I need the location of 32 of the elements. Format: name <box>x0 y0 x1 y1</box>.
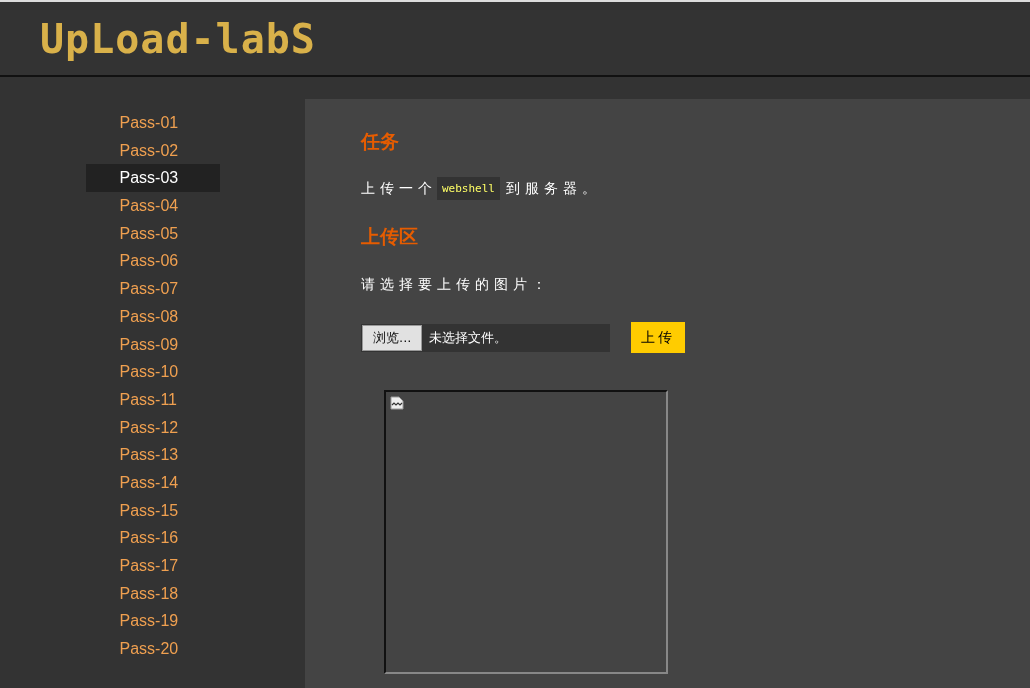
sidebar-link[interactable]: Pass-16 <box>85 524 220 552</box>
sidebar-link[interactable]: Pass-12 <box>85 413 220 442</box>
code-snippet: webshell <box>437 177 500 200</box>
sidebar-link[interactable]: Pass-13 <box>85 441 220 469</box>
file-status: 未选择文件。 <box>428 328 508 347</box>
sidebar-link[interactable]: Pass-02 <box>85 136 220 165</box>
sidebar-link[interactable]: Pass-14 <box>85 468 220 497</box>
sidebar-link[interactable]: Pass-18 <box>85 579 220 608</box>
task-text: 到服务器。 <box>506 179 601 198</box>
sidebar-link[interactable]: Pass-06 <box>85 247 220 276</box>
section-heading: 任务 <box>361 129 400 154</box>
sidebar-link[interactable]: Pass-08 <box>85 302 220 331</box>
sidebar-link[interactable]: Pass-10 <box>85 358 220 386</box>
sidebar-link[interactable]: Pass-01 <box>85 109 220 137</box>
sidebar-link[interactable]: Pass-19 <box>85 607 220 636</box>
upload-prompt: 请选择要上传的图片： <box>361 276 551 294</box>
file-input[interactable]: 浏览... 未选择文件。 <box>361 323 610 352</box>
sidebar-link[interactable]: Pass-17 <box>85 552 220 580</box>
task-text: 上传一个 <box>361 179 437 198</box>
site-logo: UpLoad-labS <box>40 15 316 62</box>
section-heading: 上传区 <box>361 224 419 249</box>
sidebar-link[interactable]: Pass-20 <box>85 635 220 663</box>
sidebar-link[interactable]: Pass-15 <box>85 496 220 525</box>
broken-image-icon <box>390 396 404 410</box>
sidebar-link[interactable]: Pass-07 <box>85 275 220 303</box>
sidebar-link[interactable]: Pass-05 <box>85 219 220 248</box>
upload-button[interactable]: 上传 <box>631 322 685 353</box>
sidebar-link[interactable]: Pass-03 <box>85 164 220 193</box>
sidebar-link[interactable]: Pass-11 <box>85 385 220 414</box>
browse-button[interactable]: 浏览... <box>362 324 423 351</box>
sidebar-link[interactable]: Pass-09 <box>85 330 220 359</box>
sidebar-link[interactable]: Pass-04 <box>85 192 220 220</box>
